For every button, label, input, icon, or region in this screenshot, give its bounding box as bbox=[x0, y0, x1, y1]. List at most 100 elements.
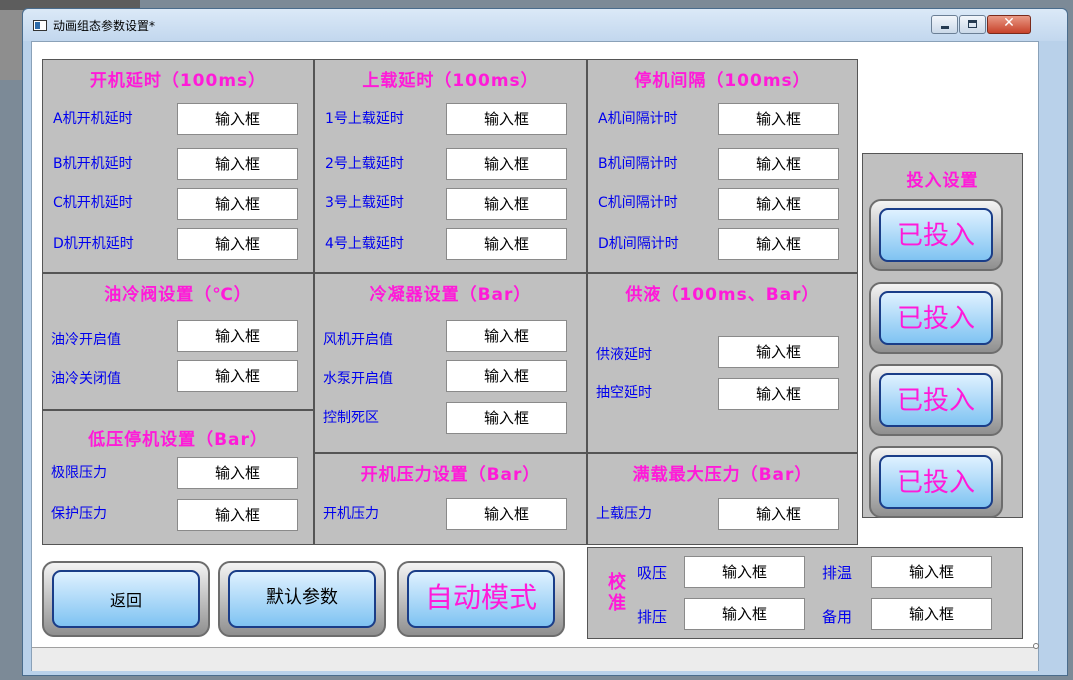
panel-start-pressure: 开机压力设置（Bar） 开机压力 输入框 bbox=[314, 453, 587, 545]
default-params-button[interactable]: 默认参数 bbox=[218, 561, 386, 637]
input-dead-zone[interactable]: 输入框 bbox=[446, 402, 567, 434]
label-discharge-temp: 排温 bbox=[822, 564, 853, 582]
input-a-interval[interactable]: 输入框 bbox=[718, 103, 839, 135]
label-1-load-delay: 1号上载延时 bbox=[325, 111, 404, 127]
input-pump-on[interactable]: 输入框 bbox=[446, 360, 567, 392]
title-bar: 动画组态参数设置* ✕ bbox=[23, 9, 1067, 41]
label-b-start-delay: B机开机延时 bbox=[53, 156, 133, 172]
label-a-interval: A机间隔计时 bbox=[598, 111, 678, 127]
panel-engage: 投入设置 已投入 已投入 已投入 已投入 bbox=[862, 153, 1023, 518]
input-suction-pressure[interactable]: 输入框 bbox=[684, 556, 805, 588]
auto-mode-button[interactable]: 自动模式 bbox=[397, 561, 565, 637]
engage-button-1-label: 已投入 bbox=[896, 221, 975, 251]
label-2-load-delay: 2号上载延时 bbox=[325, 156, 404, 172]
panel-low-pressure: 低压停机设置（Bar） 极限压力 输入框 保护压力 输入框 bbox=[42, 410, 314, 545]
resize-grip[interactable] bbox=[1033, 643, 1039, 649]
default-params-button-label: 默认参数 bbox=[266, 587, 338, 608]
settings-window: 动画组态参数设置* ✕ 开机延时（100ms） A机开机延时 输入框 B机开机延… bbox=[22, 8, 1068, 676]
auto-mode-button-label: 自动模式 bbox=[424, 581, 537, 614]
input-fan-on[interactable]: 输入框 bbox=[446, 320, 567, 352]
panel-title-oil-cool: 油冷阀设置（℃） bbox=[104, 285, 252, 305]
panel-oil-cool: 油冷阀设置（℃） 油冷开启值 输入框 油冷关闭值 输入框 bbox=[42, 273, 314, 410]
input-2-load-delay[interactable]: 输入框 bbox=[446, 148, 567, 180]
input-c-interval[interactable]: 输入框 bbox=[718, 188, 839, 220]
input-b-start-delay[interactable]: 输入框 bbox=[177, 148, 298, 180]
label-b-interval: B机间隔计时 bbox=[598, 156, 678, 172]
input-d-start-delay[interactable]: 输入框 bbox=[177, 228, 298, 260]
label-3-load-delay: 3号上载延时 bbox=[325, 195, 404, 211]
label-c-start-delay: C机开机延时 bbox=[53, 195, 133, 211]
label-suction-pressure: 吸压 bbox=[637, 564, 668, 582]
input-a-start-delay[interactable]: 输入框 bbox=[177, 103, 298, 135]
panel-full-load: 满载最大压力（Bar） 上载压力 输入框 bbox=[587, 453, 858, 545]
engage-button-3-label: 已投入 bbox=[896, 386, 975, 416]
minimize-button[interactable] bbox=[931, 15, 958, 34]
label-oil-close: 油冷关闭值 bbox=[51, 371, 121, 387]
label-dead-zone: 控制死区 bbox=[323, 410, 379, 426]
input-d-interval[interactable]: 输入框 bbox=[718, 228, 839, 260]
input-limit-pressure[interactable]: 输入框 bbox=[177, 457, 298, 489]
label-load-pressure: 上载压力 bbox=[596, 506, 652, 522]
input-c-start-delay[interactable]: 输入框 bbox=[177, 188, 298, 220]
panel-start-delay: 开机延时（100ms） A机开机延时 输入框 B机开机延时 输入框 C机开机延时… bbox=[42, 59, 314, 273]
engage-button-4[interactable]: 已投入 bbox=[869, 446, 1003, 518]
label-discharge-pressure: 排压 bbox=[637, 608, 668, 626]
input-b-interval[interactable]: 输入框 bbox=[718, 148, 839, 180]
label-start-pressure: 开机压力 bbox=[323, 506, 379, 522]
calibration-title: 校准 bbox=[608, 572, 626, 614]
label-d-start-delay: D机开机延时 bbox=[53, 236, 134, 252]
close-button[interactable]: ✕ bbox=[987, 15, 1031, 34]
panel-title-engage: 投入设置 bbox=[906, 171, 979, 191]
label-fan-on: 风机开启值 bbox=[323, 332, 393, 348]
panel-title-start-pressure: 开机压力设置（Bar） bbox=[360, 465, 541, 485]
input-oil-close[interactable]: 输入框 bbox=[177, 360, 298, 392]
label-a-start-delay: A机开机延时 bbox=[53, 111, 133, 127]
input-1-load-delay[interactable]: 输入框 bbox=[446, 103, 567, 135]
panel-liquid-supply: 供液（100ms、Bar） 供液延时 输入框 抽空延时 输入框 bbox=[587, 273, 858, 453]
engage-button-2[interactable]: 已投入 bbox=[869, 282, 1003, 354]
panel-calibration: 校准 吸压 输入框 排温 输入框 排压 输入框 备用 输入框 bbox=[587, 547, 1023, 639]
label-supply-delay: 供液延时 bbox=[596, 347, 652, 363]
input-discharge-pressure[interactable]: 输入框 bbox=[684, 598, 805, 630]
input-evac-delay[interactable]: 输入框 bbox=[718, 378, 839, 410]
back-button-label: 返回 bbox=[109, 591, 142, 610]
engage-button-1[interactable]: 已投入 bbox=[869, 199, 1003, 271]
label-spare: 备用 bbox=[822, 608, 853, 626]
input-4-load-delay[interactable]: 输入框 bbox=[446, 228, 567, 260]
engage-button-3[interactable]: 已投入 bbox=[869, 364, 1003, 436]
label-oil-open: 油冷开启值 bbox=[51, 332, 121, 348]
label-limit-pressure: 极限压力 bbox=[51, 465, 107, 481]
input-start-pressure[interactable]: 输入框 bbox=[446, 498, 567, 530]
input-spare[interactable]: 输入框 bbox=[871, 598, 992, 630]
window-title: 动画组态参数设置* bbox=[53, 19, 156, 33]
input-supply-delay[interactable]: 输入框 bbox=[718, 336, 839, 368]
panel-load-delay: 上载延时（100ms） 1号上载延时 输入框 2号上载延时 输入框 3号上载延时… bbox=[314, 59, 587, 273]
input-load-pressure[interactable]: 输入框 bbox=[718, 498, 839, 530]
panel-title-load-delay: 上载延时（100ms） bbox=[362, 71, 539, 91]
input-3-load-delay[interactable]: 输入框 bbox=[446, 188, 567, 220]
panel-title-start-delay: 开机延时（100ms） bbox=[89, 71, 267, 91]
panel-condenser: 冷凝器设置（Bar） 风机开启值 输入框 水泵开启值 输入框 控制死区 输入框 bbox=[314, 273, 587, 453]
engage-button-2-label: 已投入 bbox=[896, 304, 975, 334]
panel-title-low-pressure: 低压停机设置（Bar） bbox=[88, 430, 268, 450]
label-pump-on: 水泵开启值 bbox=[323, 371, 393, 387]
maximize-button[interactable] bbox=[959, 15, 986, 34]
status-bar bbox=[32, 647, 1038, 671]
label-evac-delay: 抽空延时 bbox=[596, 385, 652, 401]
client-area: 开机延时（100ms） A机开机延时 输入框 B机开机延时 输入框 C机开机延时… bbox=[31, 41, 1039, 671]
panel-title-liquid-supply: 供液（100ms、Bar） bbox=[625, 285, 820, 305]
panel-title-stop-interval: 停机间隔（100ms） bbox=[634, 71, 811, 91]
close-icon: ✕ bbox=[1003, 15, 1015, 31]
app-icon bbox=[33, 20, 47, 31]
label-4-load-delay: 4号上载延时 bbox=[325, 236, 404, 252]
input-discharge-temp[interactable]: 输入框 bbox=[871, 556, 992, 588]
label-protect-pressure: 保护压力 bbox=[51, 506, 107, 522]
input-oil-open[interactable]: 输入框 bbox=[177, 320, 298, 352]
label-d-interval: D机间隔计时 bbox=[598, 236, 679, 252]
engage-button-4-label: 已投入 bbox=[896, 468, 975, 498]
input-protect-pressure[interactable]: 输入框 bbox=[177, 499, 298, 531]
panel-title-full-load: 满载最大压力（Bar） bbox=[632, 465, 813, 485]
label-c-interval: C机间隔计时 bbox=[598, 195, 678, 211]
panel-stop-interval: 停机间隔（100ms） A机间隔计时 输入框 B机间隔计时 输入框 C机间隔计时… bbox=[587, 59, 858, 273]
back-button[interactable]: 返回 bbox=[42, 561, 210, 637]
